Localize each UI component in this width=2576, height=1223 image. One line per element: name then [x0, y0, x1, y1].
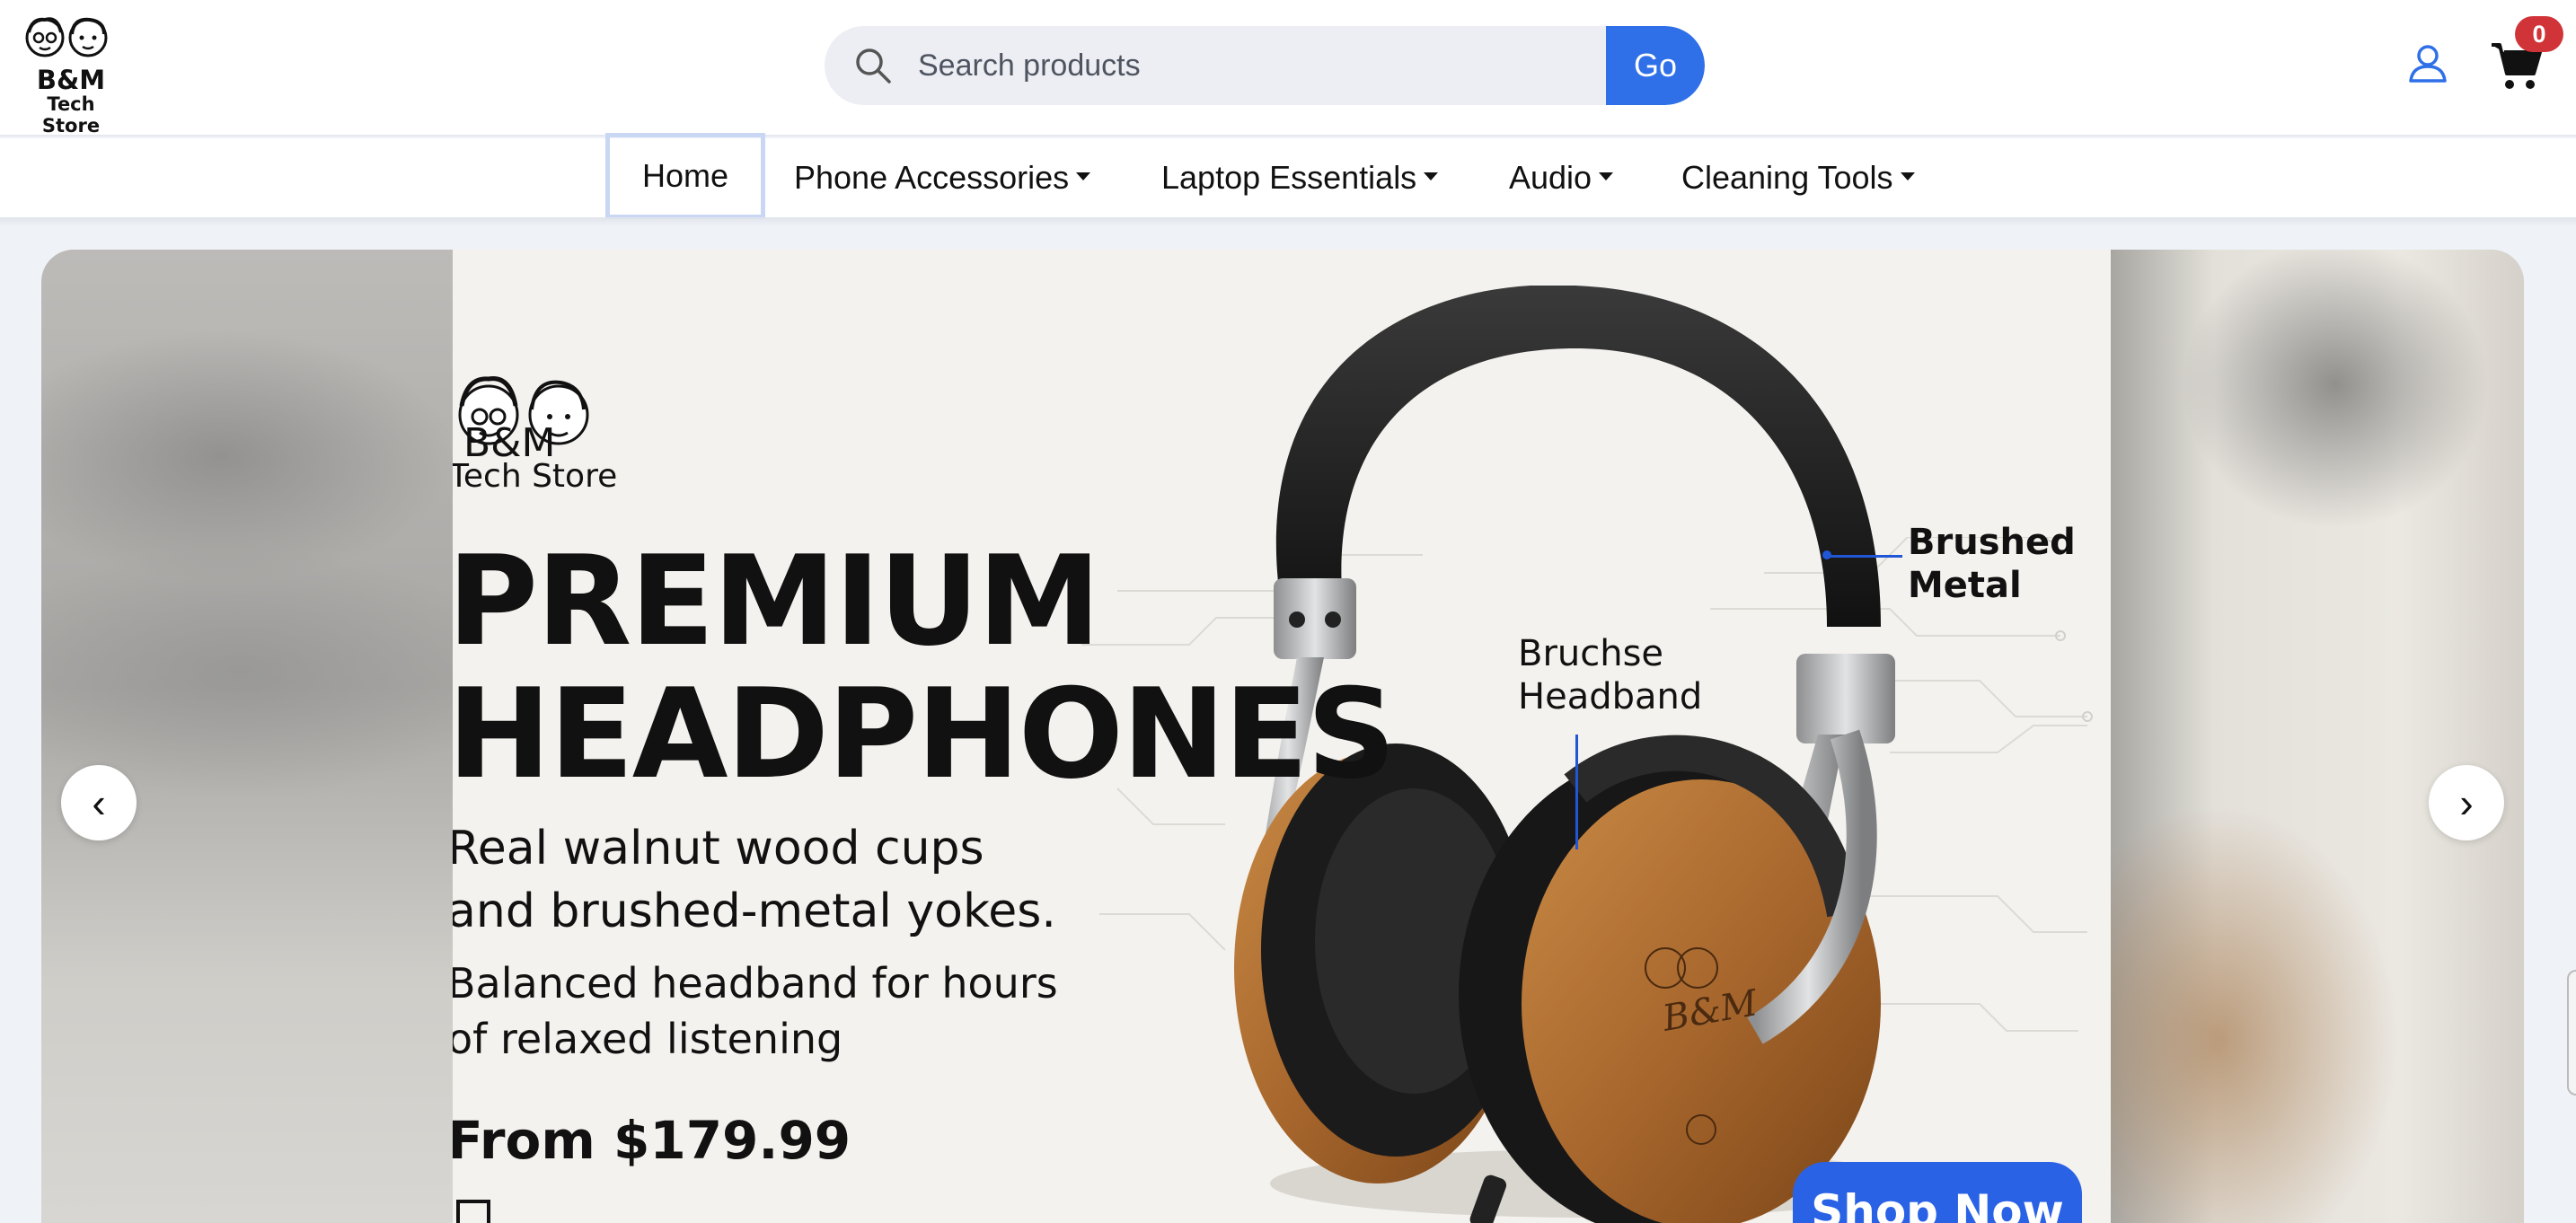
founders-logo-icon — [25, 17, 108, 57]
caret-down-icon — [1424, 172, 1439, 180]
user-icon[interactable] — [2407, 43, 2448, 84]
shop-now-button[interactable]: Shop Now — [1793, 1162, 2082, 1223]
nav-item-label: Laptop Essentials — [1161, 159, 1417, 196]
caret-down-icon — [1900, 172, 1915, 180]
site-header: B&M Tech Store Go 0 — [0, 0, 2576, 136]
search-icon — [856, 48, 891, 84]
nav-divider — [0, 217, 2576, 226]
caret-down-icon — [1076, 172, 1091, 180]
search-input[interactable] — [918, 26, 1529, 105]
qr-code-icon — [456, 1200, 490, 1223]
nav-item-label: Audio — [1509, 159, 1592, 196]
next-slide-preview — [2111, 250, 2524, 1223]
slide-subtitle: Real walnut wood cups and brushed-metal … — [453, 822, 1056, 938]
cart-count-badge: 0 — [2515, 16, 2563, 52]
nav-item-laptop-essentials[interactable]: Laptop Essentials — [1161, 138, 1439, 217]
caret-down-icon — [1599, 172, 1614, 180]
nav-item-label: Phone Accessories — [794, 159, 1070, 196]
prev-slide-preview — [41, 250, 453, 1223]
side-panel-handle[interactable] — [2567, 970, 2576, 1095]
nav-item-phone-accessories[interactable]: Phone Accessories — [794, 138, 1091, 217]
logo-brand: B&M — [36, 65, 106, 95]
nav-item-cleaning-tools[interactable]: Cleaning Tools — [1681, 138, 1915, 217]
callout-line-metal — [1823, 555, 1902, 558]
nav-item-home[interactable]: Home — [605, 133, 766, 219]
slide-description: Balanced headband for hours of relaxed l… — [453, 959, 1058, 1063]
logo-subtitle: Tech Store — [41, 93, 101, 136]
nav-item-audio[interactable]: Audio — [1509, 138, 1614, 217]
slide-price: From $179.99 — [453, 1110, 851, 1171]
callout-brushed-metal: Brushed Metal — [1908, 522, 2076, 606]
search-bar: Go — [825, 26, 1705, 105]
nav-item-label: Home — [642, 157, 729, 194]
carousel-slide[interactable]: B&M B&M Tech Store PREMIUM HEADPHONES Re… — [453, 250, 2111, 1223]
hero-carousel: B&M B&M Tech Store PREMIUM HEADPHONES Re… — [41, 250, 2524, 1223]
callout-line-headband — [1575, 735, 1578, 849]
main-nav: Home Phone Accessories Laptop Essentials… — [0, 133, 2576, 219]
slide-title-line1: PREMIUM — [453, 529, 1101, 673]
carousel-prev-button[interactable]: ‹ — [61, 765, 137, 840]
slide-title: PREMIUM HEADPHONES — [453, 529, 1396, 806]
search-go-button[interactable]: Go — [1606, 26, 1705, 105]
callout-headband: Bruchse Headband — [1518, 633, 1703, 717]
slide-title-line2: HEADPHONES — [453, 662, 1396, 806]
carousel-next-button[interactable]: › — [2429, 765, 2504, 840]
slide-logo-subtitle: Tech Store — [453, 458, 618, 495]
store-logo[interactable]: B&M Tech Store — [18, 14, 124, 136]
nav-item-label: Cleaning Tools — [1681, 159, 1893, 196]
